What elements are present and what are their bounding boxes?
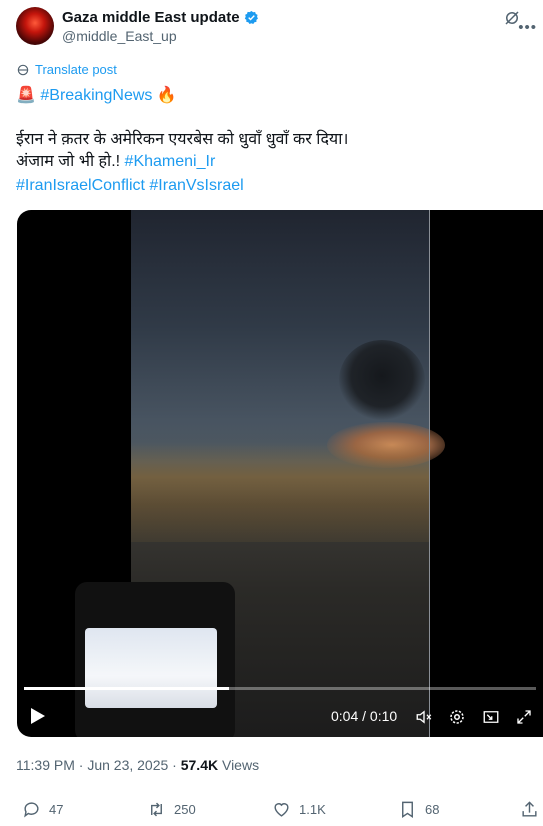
like-button[interactable]: 1.1K bbox=[272, 800, 326, 819]
post-line-3-text: अंजाम जो भी हो.! bbox=[16, 153, 121, 170]
mute-icon[interactable] bbox=[415, 708, 433, 726]
translate-post-link[interactable]: Translate post bbox=[16, 62, 117, 77]
reply-count: 47 bbox=[49, 802, 64, 817]
translate-icon bbox=[17, 64, 29, 75]
more-icon[interactable]: ••• bbox=[518, 19, 537, 36]
fullscreen-icon[interactable] bbox=[515, 708, 533, 726]
views-count: 57.4K bbox=[180, 757, 219, 773]
translate-label[interactable]: Translate post bbox=[35, 62, 117, 77]
hashtag-khameni[interactable]: #Khameni_Ir bbox=[125, 153, 216, 170]
author-name-row[interactable]: Gaza middle East update bbox=[62, 9, 259, 26]
repost-button[interactable]: 250 bbox=[147, 800, 196, 819]
post-line-2: ईरान ने क़तर के अमेरिकन एयरबेस को धुवाँ … bbox=[16, 131, 349, 148]
post-line-4: #IranIsraelConflict #IranVsIsrael bbox=[16, 176, 244, 196]
bookmark-button[interactable]: 68 bbox=[398, 800, 439, 819]
repost-icon bbox=[151, 802, 162, 817]
play-icon[interactable] bbox=[30, 707, 46, 725]
repost-count: 250 bbox=[174, 802, 196, 817]
like-icon bbox=[274, 803, 289, 817]
hashtag-breakingnews[interactable]: #BreakingNews bbox=[40, 87, 152, 104]
like-count: 1.1K bbox=[299, 802, 326, 817]
action-bar: 47 250 1.1K 68 bbox=[0, 800, 543, 824]
post-line-3: अंजाम जो भी हो.! #Khameni_Ir bbox=[16, 152, 215, 172]
author-name[interactable]: Gaza middle East update bbox=[62, 9, 240, 26]
post-line-1: 🚨 #BreakingNews 🔥 bbox=[16, 86, 177, 106]
share-icon bbox=[522, 801, 537, 817]
avatar[interactable] bbox=[16, 7, 54, 45]
video-time: 0:04 / 0:10 bbox=[331, 708, 398, 724]
bookmark-icon bbox=[402, 801, 413, 818]
post-meta: 11:39 PM · Jun 23, 2025 · 57.4K Views bbox=[16, 757, 259, 773]
bookmark-count: 68 bbox=[425, 802, 440, 817]
city-lights bbox=[131, 442, 429, 542]
author-handle[interactable]: @middle_East_up bbox=[62, 28, 177, 44]
post-timestamp[interactable]: 11:39 PM · Jun 23, 2025 · bbox=[16, 757, 181, 773]
siren-emoji: 🚨 bbox=[16, 87, 36, 104]
settings-icon[interactable] bbox=[448, 708, 466, 726]
frame-edge bbox=[429, 210, 430, 737]
progress-fill bbox=[24, 687, 229, 690]
smoke-cloud bbox=[339, 340, 425, 420]
phone-screen bbox=[85, 628, 217, 708]
pip-icon[interactable] bbox=[482, 708, 500, 726]
hashtag-iranvsisrael[interactable]: #IranVsIsrael bbox=[149, 177, 243, 194]
verified-badge-icon bbox=[244, 10, 258, 24]
hashtag-iranisraelconflict[interactable]: #IranIsraelConflict bbox=[16, 177, 145, 194]
reply-button[interactable]: 47 bbox=[22, 800, 63, 819]
views-label: Views bbox=[218, 757, 260, 773]
fire-emoji: 🔥 bbox=[156, 87, 177, 104]
share-button[interactable] bbox=[520, 800, 539, 819]
reply-icon bbox=[24, 802, 39, 818]
video-player[interactable]: 0:04 / 0:10 bbox=[17, 210, 543, 737]
